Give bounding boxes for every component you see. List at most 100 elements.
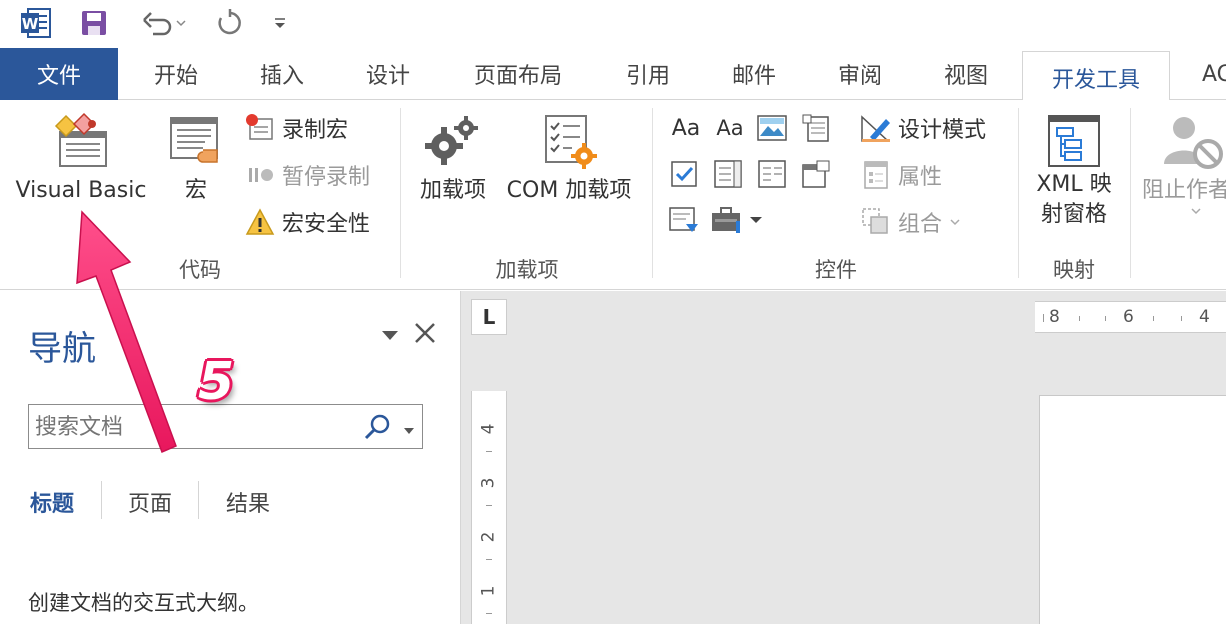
horizontal-ruler[interactable]: 8 6 4 bbox=[1035, 301, 1226, 333]
checkbox-content-control-icon[interactable] bbox=[668, 158, 700, 190]
nav-tab-separator bbox=[101, 481, 102, 519]
combo-box-control-icon[interactable] bbox=[712, 158, 744, 190]
plain-text-content-control-icon[interactable]: Aa bbox=[712, 112, 748, 144]
legacy-forms-toolbox-icon[interactable] bbox=[710, 204, 762, 236]
customize-toolbar-button[interactable] bbox=[268, 6, 292, 40]
search-options-dropdown[interactable] bbox=[403, 421, 415, 440]
group-label-controls: 控件 bbox=[815, 258, 857, 282]
group-separator bbox=[1018, 108, 1019, 278]
pause-recording-button[interactable]: 暂停录制 bbox=[244, 159, 370, 191]
undo-dropdown-icon[interactable] bbox=[175, 17, 187, 29]
macros-icon bbox=[170, 117, 218, 163]
navigation-hint-text: 创建文档的交互式大纲。 bbox=[28, 591, 259, 615]
block-authors-button[interactable]: 阻止作者 bbox=[1142, 112, 1226, 216]
ribbon-tab-bar: 文件 开始 插入 设计 页面布局 引用 邮件 审阅 视图 开发工具 AC bbox=[0, 48, 1226, 104]
nav-tab-separator bbox=[198, 481, 199, 519]
navigation-options-button[interactable] bbox=[380, 325, 400, 349]
macro-security-button[interactable]: 宏安全性 bbox=[244, 206, 370, 238]
com-addins-icon bbox=[545, 115, 597, 169]
word-logo-letter: W bbox=[22, 15, 39, 33]
properties-label: 属性 bbox=[898, 165, 943, 190]
macros-button[interactable]: 宏 bbox=[158, 112, 234, 206]
group-dropdown-icon bbox=[950, 219, 960, 226]
tab-file[interactable]: 文件 bbox=[0, 48, 118, 100]
block-authors-icon bbox=[1164, 117, 1223, 169]
tab-developer[interactable]: 开发工具 bbox=[1022, 51, 1170, 104]
chevron-down-icon bbox=[382, 331, 398, 340]
search-icon[interactable] bbox=[363, 413, 391, 445]
visual-basic-label: Visual Basic bbox=[15, 178, 147, 203]
tab-references[interactable]: 引用 bbox=[600, 48, 696, 100]
legacy-tools-icon[interactable] bbox=[668, 204, 700, 236]
undo-button[interactable] bbox=[134, 6, 194, 40]
tab-page-layout[interactable]: 页面布局 bbox=[452, 48, 584, 100]
record-macro-label: 录制宏 bbox=[282, 118, 349, 143]
ribbon-developer: Visual Basic 宏 录制宏 暂停录制 宏安全性 代码 加载项 COM … bbox=[0, 100, 1226, 290]
nav-tab-headings[interactable]: 标题 bbox=[30, 486, 74, 518]
tab-home[interactable]: 开始 bbox=[128, 48, 224, 100]
ruler-number: 4 bbox=[1199, 307, 1210, 327]
record-macro-button[interactable]: 录制宏 bbox=[244, 112, 348, 144]
warning-icon bbox=[244, 206, 276, 238]
visual-basic-icon bbox=[54, 112, 107, 167]
properties-button[interactable]: 属性 bbox=[860, 159, 942, 191]
navigation-title: 导航 bbox=[28, 329, 96, 369]
pause-recording-label: 暂停录制 bbox=[282, 165, 371, 190]
save-icon bbox=[82, 11, 106, 35]
properties-icon bbox=[860, 159, 892, 191]
navigation-pane: 导航 标题 页面 结果 创建文档的交互式大纲。 bbox=[0, 291, 460, 624]
tab-stop-selector[interactable]: L bbox=[471, 299, 507, 335]
quick-access-toolbar: W bbox=[0, 0, 1226, 48]
design-mode-icon bbox=[860, 112, 892, 144]
group-label-mapping: 映射 bbox=[1053, 258, 1095, 282]
ruler-number: 8 bbox=[1049, 307, 1060, 327]
tab-view[interactable]: 视图 bbox=[918, 48, 1014, 100]
addins-button[interactable]: 加载项 bbox=[412, 112, 494, 206]
date-picker-control-icon[interactable] bbox=[800, 158, 832, 190]
ruler-number: 2 bbox=[478, 531, 499, 543]
group-separator bbox=[400, 108, 401, 278]
tab-mailings[interactable]: 邮件 bbox=[706, 48, 802, 100]
macros-label: 宏 bbox=[184, 178, 207, 203]
nav-tab-pages[interactable]: 页面 bbox=[128, 486, 172, 518]
record-macro-icon bbox=[244, 112, 276, 144]
tab-insert[interactable]: 插入 bbox=[234, 48, 330, 100]
block-authors-label: 阻止作者 bbox=[1142, 178, 1226, 203]
ruler-number: 6 bbox=[1123, 307, 1134, 327]
group-button[interactable]: 组合 bbox=[860, 206, 962, 238]
xml-mapping-label-line2: 射窗格 bbox=[1040, 202, 1107, 227]
com-addins-button[interactable]: COM 加载项 bbox=[498, 112, 640, 206]
search-input[interactable] bbox=[35, 411, 355, 443]
repeat-button[interactable] bbox=[212, 6, 248, 40]
customize-dropdown-icon bbox=[275, 18, 285, 28]
ruler-number: 3 bbox=[478, 477, 499, 489]
visual-basic-button[interactable]: Visual Basic bbox=[10, 112, 152, 206]
com-addins-label: COM 加载项 bbox=[506, 178, 632, 203]
building-block-control-icon[interactable] bbox=[800, 112, 832, 144]
close-icon bbox=[415, 323, 435, 343]
xml-mapping-icon bbox=[1048, 115, 1100, 167]
picture-content-control-icon[interactable] bbox=[756, 112, 788, 144]
tab-review[interactable]: 审阅 bbox=[812, 48, 908, 100]
save-button[interactable] bbox=[76, 6, 112, 40]
xml-mapping-pane-button[interactable]: XML 映 射窗格 bbox=[1026, 112, 1122, 230]
vertical-ruler[interactable]: 4 3 2 1 bbox=[471, 391, 507, 624]
navigation-close-button[interactable] bbox=[412, 319, 438, 354]
addins-label: 加载项 bbox=[419, 178, 486, 203]
group-label-code: 代码 bbox=[179, 258, 221, 282]
rich-text-content-control-icon[interactable]: Aa bbox=[668, 112, 704, 144]
tab-design[interactable]: 设计 bbox=[340, 48, 436, 100]
tab-acrobat[interactable]: AC bbox=[1180, 48, 1226, 100]
pause-recording-icon bbox=[244, 159, 276, 191]
document-area: L 8 6 4 4 3 2 1 bbox=[460, 291, 1226, 624]
repeat-icon bbox=[218, 9, 241, 35]
document-page[interactable] bbox=[1039, 395, 1226, 624]
macro-security-label: 宏安全性 bbox=[282, 212, 371, 237]
word-logo-icon: W bbox=[18, 6, 54, 40]
group-label-addins: 加载项 bbox=[495, 258, 559, 282]
design-mode-button[interactable]: 设计模式 bbox=[860, 112, 986, 144]
ruler-number: 1 bbox=[478, 585, 499, 597]
nav-tab-results[interactable]: 结果 bbox=[226, 486, 270, 518]
undo-icon bbox=[143, 12, 172, 36]
dropdown-list-control-icon[interactable] bbox=[756, 158, 788, 190]
